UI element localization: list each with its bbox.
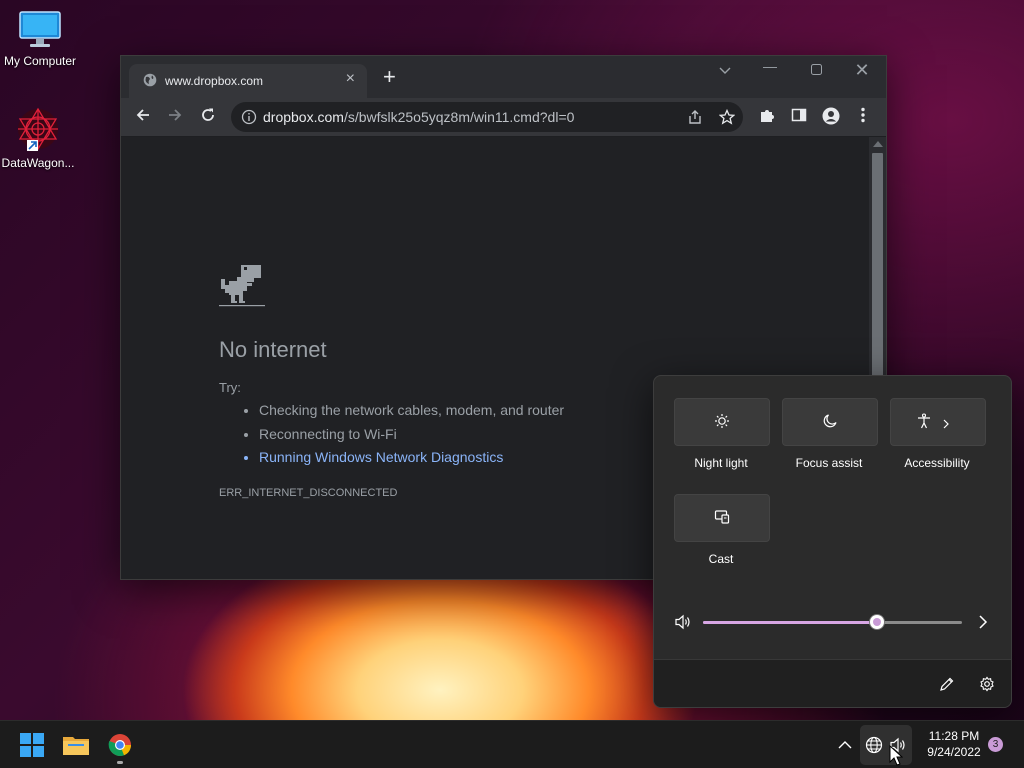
tab-title: www.dropbox.com	[165, 74, 264, 88]
info-icon[interactable]	[241, 109, 257, 125]
cast-label: Cast	[708, 552, 734, 566]
profile-button[interactable]	[821, 107, 841, 127]
volume-slider[interactable]	[703, 615, 962, 629]
scroll-up-arrow[interactable]	[873, 141, 883, 147]
tab-search-button[interactable]	[710, 62, 740, 78]
maximize-icon	[810, 64, 822, 75]
accessibility-toggle[interactable]	[890, 398, 986, 446]
side-panel-icon	[791, 108, 807, 122]
file-explorer-button[interactable]	[60, 729, 92, 761]
taskbar: 11:28 PM 9/24/2022 3	[0, 720, 1024, 768]
windows-logo-icon	[20, 733, 44, 757]
suggestion-item: Checking the network cables, modem, and …	[259, 399, 564, 423]
reload-button[interactable]	[198, 107, 218, 127]
monitor-icon	[19, 11, 61, 47]
cast-toggle[interactable]	[674, 494, 770, 542]
error-title: No internet	[219, 337, 327, 362]
more-vert-icon	[861, 107, 865, 123]
accessibility-icon	[917, 413, 930, 429]
chrome-icon	[108, 734, 132, 756]
error-code: ERR_INTERNET_DISCONNECTED	[219, 487, 398, 499]
browser-tab[interactable]: www.dropbox.com ×	[129, 64, 367, 98]
forward-button[interactable]	[165, 107, 185, 127]
gear-icon[interactable]	[979, 676, 995, 692]
running-indicator	[117, 761, 123, 764]
new-tab-button[interactable]: +	[383, 66, 396, 88]
volume-slider-thumb[interactable]	[869, 615, 884, 629]
close-window-button[interactable]: ✕	[847, 60, 877, 81]
url-domain: dropbox.com	[263, 109, 344, 125]
mouse-cursor-icon	[889, 745, 903, 766]
close-tab-icon[interactable]: ×	[346, 70, 355, 88]
cast-icon	[714, 510, 730, 524]
volume-slider-fill	[703, 621, 877, 624]
try-label: Try:	[219, 380, 241, 395]
night-light-label: Night light	[694, 456, 748, 470]
chevron-right-icon	[943, 419, 950, 429]
minimize-button[interactable]: —	[755, 58, 785, 74]
globe-icon	[143, 73, 157, 87]
star-icon[interactable]	[719, 109, 735, 125]
side-panel-button[interactable]	[789, 107, 809, 127]
focus-assist-label: Focus assist	[795, 456, 863, 470]
volume-row	[674, 610, 994, 634]
chevron-up-icon[interactable]	[838, 740, 852, 750]
browser-toolbar: dropbox.com/s/bwfslk25o5yqz8m/win11.cmd?…	[121, 98, 886, 137]
desktop-icon-datawagon[interactable]: DataWagon...	[0, 106, 78, 170]
address-bar[interactable]: dropbox.com/s/bwfslk25o5yqz8m/win11.cmd?…	[231, 102, 743, 132]
suggestion-item: Reconnecting to Wi-Fi	[259, 423, 564, 447]
network-volume-button[interactable]	[860, 725, 912, 765]
night-light-toggle[interactable]	[674, 398, 770, 446]
desktop-icon-my-computer[interactable]: My Computer	[0, 10, 80, 68]
datawagon-logo-icon	[18, 107, 58, 151]
tab-strip: www.dropbox.com × + — ✕	[121, 56, 886, 98]
focus-assist-toggle[interactable]	[782, 398, 878, 446]
clock-date: 9/24/2022	[927, 745, 981, 759]
edit-pencil-icon[interactable]	[939, 676, 955, 692]
extensions-button[interactable]	[757, 107, 777, 127]
quick-settings-panel: Night light Focus assist Accessibility C…	[653, 375, 1012, 708]
chrome-taskbar-button[interactable]	[104, 729, 136, 764]
network-diagnostics-link[interactable]: Running Windows Network Diagnostics	[259, 446, 564, 470]
url-path: /s/bwfslk25o5yqz8m/win11.cmd?dl=0	[343, 109, 575, 125]
chevron-right-icon[interactable]	[978, 615, 988, 629]
chevron-down-icon	[719, 67, 731, 74]
puzzle-icon	[761, 110, 774, 122]
arrow-right-icon	[169, 109, 182, 121]
reload-icon	[202, 108, 214, 121]
notification-badge[interactable]: 3	[988, 737, 1003, 752]
taskbar-clock[interactable]: 11:28 PM 9/24/2022	[915, 728, 993, 760]
address-url: dropbox.com/s/bwfslk25o5yqz8m/win11.cmd?…	[263, 109, 574, 125]
arrow-left-icon	[136, 109, 149, 121]
menu-button[interactable]	[853, 107, 873, 127]
desktop-icon-label: DataWagon...	[1, 156, 75, 170]
globe-no-internet-icon	[865, 736, 883, 754]
suggestion-list: Checking the network cables, modem, and …	[219, 399, 564, 470]
back-button[interactable]	[133, 107, 153, 127]
brightness-icon	[715, 414, 729, 428]
start-button[interactable]	[16, 729, 48, 761]
dinosaur-icon[interactable]	[219, 263, 265, 311]
share-icon[interactable]	[687, 109, 703, 125]
quick-settings-footer	[654, 659, 1011, 707]
speaker-icon[interactable]	[674, 614, 692, 630]
maximize-button[interactable]	[801, 62, 831, 78]
folder-icon	[63, 737, 89, 755]
profile-icon	[822, 107, 840, 125]
accessibility-label: Accessibility	[904, 456, 970, 470]
desktop-icon-label: My Computer	[3, 54, 77, 68]
clock-time: 11:28 PM	[928, 729, 980, 743]
moon-icon	[823, 414, 837, 428]
